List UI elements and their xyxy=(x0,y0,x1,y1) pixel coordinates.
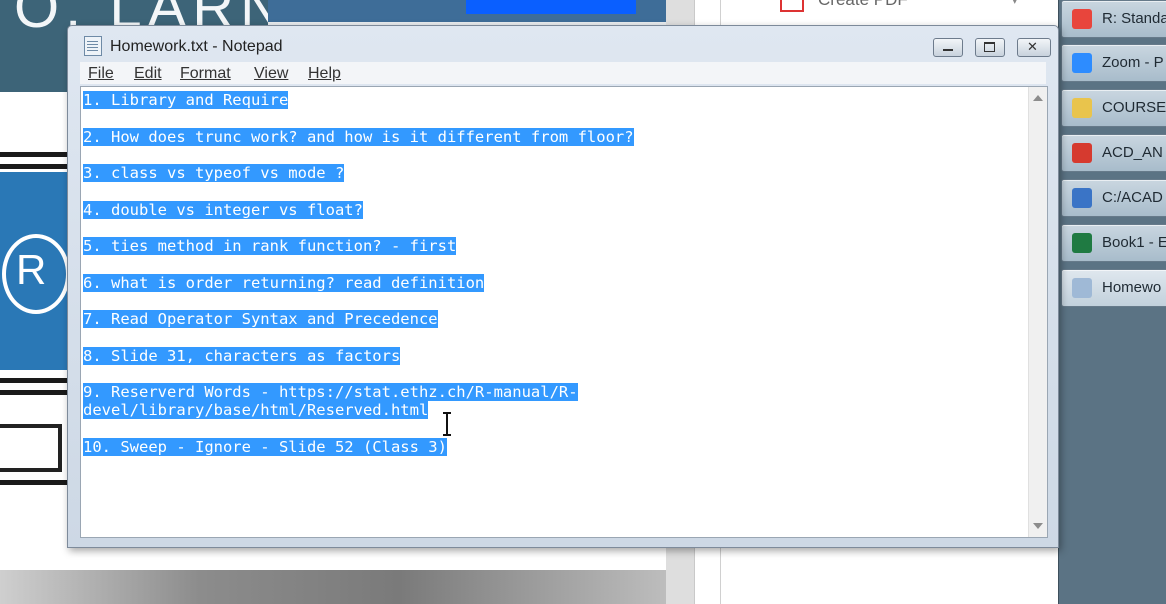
r-icon xyxy=(1072,188,1092,208)
taskbar-item[interactable]: Homewo xyxy=(1061,269,1166,307)
menu-format[interactable]: Format xyxy=(180,65,231,83)
minimize-button[interactable] xyxy=(933,38,963,57)
text-line[interactable]: 2. How does trunc work? and how is it di… xyxy=(83,127,1023,146)
text-line[interactable]: 3. class vs typeof vs mode ? xyxy=(83,164,1023,182)
text-line[interactable]: 8. Slide 31, characters as factors xyxy=(83,346,1023,365)
notepad-window: Homework.txt - Notepad ✕ File Edit Format V… xyxy=(67,25,1059,548)
zoom-icon xyxy=(1072,53,1092,73)
background-bottom-strip xyxy=(0,570,666,604)
menu-bar: File Edit Format View Help xyxy=(80,62,1046,84)
menu-label: View xyxy=(254,65,289,82)
taskbar-item-label: C:/ACAD xyxy=(1102,189,1163,206)
text-line[interactable]: 1. Library and Require xyxy=(83,91,1023,109)
scroll-up-icon[interactable] xyxy=(1033,95,1043,101)
selected-text: 1. Library and Require xyxy=(83,91,289,109)
close-icon: ✕ xyxy=(1027,40,1038,55)
menu-view[interactable]: View xyxy=(254,65,288,83)
text-line[interactable]: 7. Read Operator Syntax and Precedence xyxy=(83,310,1023,328)
selected-text: 6. what is order returning? read definit… xyxy=(83,273,485,292)
background-blue-button[interactable] xyxy=(466,0,636,14)
notepad-icon xyxy=(1072,278,1092,298)
taskbar-item-label: Book1 - E xyxy=(1102,234,1166,251)
create-pdf-label[interactable]: Create PDF xyxy=(818,0,908,10)
text-editor[interactable]: 1. Library and Require 2. How does trunc … xyxy=(80,86,1048,538)
background-stripe xyxy=(0,390,70,395)
selected-text: 5. ties method in rank function? - first xyxy=(83,237,457,255)
menu-help[interactable]: Help xyxy=(308,65,341,83)
text-line[interactable]: 9. Reserverd Words - https://stat.ethz.c… xyxy=(83,383,1023,401)
background-stripe xyxy=(0,152,70,157)
taskbar-item-label: ACD_AN xyxy=(1102,144,1163,161)
folder-icon xyxy=(1072,98,1092,118)
r-logo-letter: R xyxy=(16,246,47,293)
background-stripe xyxy=(0,164,70,169)
taskbar-item-label: Zoom - P xyxy=(1102,54,1164,71)
taskbar-item-label: R: Standa xyxy=(1102,10,1166,27)
maximize-button[interactable] xyxy=(975,38,1005,57)
menu-label: Format xyxy=(180,65,231,82)
selected-text: 2. How does trunc work? and how is it di… xyxy=(83,127,634,146)
menu-file[interactable]: File xyxy=(88,65,114,83)
menu-label: Edit xyxy=(134,65,162,82)
taskbar-item-label: Homewo xyxy=(1102,279,1162,296)
selected-text: 9. Reserverd Words - https://stat.ethz.c… xyxy=(83,383,578,401)
notepad-icon xyxy=(84,36,102,56)
text-line[interactable]: devel/library/base/html/Reserved.html xyxy=(83,401,1023,419)
text-line[interactable]: 4. double vs integer vs float? xyxy=(83,200,1023,219)
menu-label: File xyxy=(88,65,114,82)
selected-text: 4. double vs integer vs float? xyxy=(83,200,363,219)
taskbar-item[interactable]: ACD_AN xyxy=(1061,134,1166,172)
selected-text: 7. Read Operator Syntax and Precedence xyxy=(83,310,438,328)
chrome-icon xyxy=(1072,9,1092,29)
menu-label: Help xyxy=(308,65,341,82)
taskbar-item[interactable]: R: Standa xyxy=(1061,0,1166,38)
close-button[interactable]: ✕ xyxy=(1017,38,1051,57)
text-line[interactable]: 6. what is order returning? read definit… xyxy=(83,273,1023,292)
taskbar-item[interactable]: Zoom - P xyxy=(1061,44,1166,82)
background-stripe xyxy=(0,480,70,485)
vertical-scrollbar[interactable] xyxy=(1028,87,1047,537)
selected-text: devel/library/base/html/Reserved.html xyxy=(83,401,429,419)
selected-text: 10. Sweep - Ignore - Slide 52 (Class 3) xyxy=(83,437,447,456)
background-stripe xyxy=(0,378,70,383)
taskbar-item[interactable]: COURSE xyxy=(1061,89,1166,127)
text-line[interactable]: 10. Sweep - Ignore - Slide 52 (Class 3) xyxy=(83,437,1023,456)
selected-text: 8. Slide 31, characters as factors xyxy=(83,346,401,365)
text-cursor-icon xyxy=(443,412,451,436)
excel-icon xyxy=(1072,233,1092,253)
chevron-down-icon[interactable]: ▾ xyxy=(1012,0,1018,7)
taskbar-item[interactable]: Book1 - E xyxy=(1061,224,1166,262)
scroll-down-icon[interactable] xyxy=(1033,523,1043,529)
text-line[interactable]: 5. ties method in rank function? - first xyxy=(83,237,1023,255)
title-bar[interactable]: Homework.txt - Notepad ✕ xyxy=(68,26,1058,60)
maximize-icon xyxy=(984,42,995,52)
background-box xyxy=(0,424,62,472)
window-title: Homework.txt - Notepad xyxy=(110,38,283,55)
selected-text: 3. class vs typeof vs mode ? xyxy=(83,164,345,182)
minimize-icon xyxy=(943,49,953,51)
pdf-icon xyxy=(780,0,804,12)
taskbar: R: Standa Zoom - P COURSE ACD_AN C:/ACAD Book… xyxy=(1058,0,1166,604)
document-text[interactable]: 1. Library and Require 2. How does trunc … xyxy=(83,91,1023,456)
pdf-icon xyxy=(1072,143,1092,163)
taskbar-item[interactable]: C:/ACAD xyxy=(1061,179,1166,217)
taskbar-item-label: COURSE xyxy=(1102,99,1166,116)
menu-edit[interactable]: Edit xyxy=(134,65,162,83)
